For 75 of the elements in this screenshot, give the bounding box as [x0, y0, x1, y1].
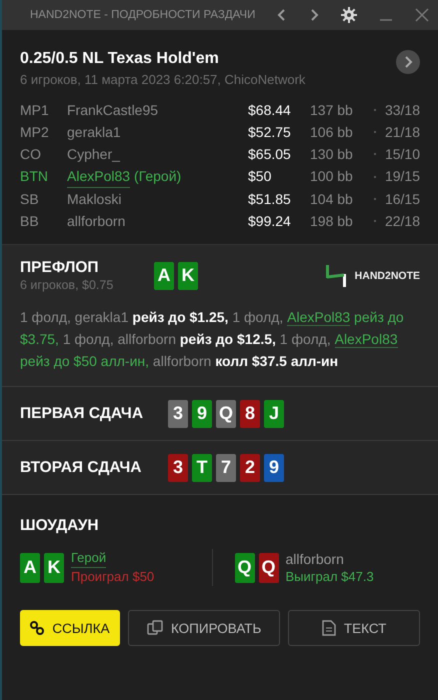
settings-icon[interactable]: [341, 7, 358, 23]
close-icon[interactable]: [415, 8, 430, 22]
link-button[interactable]: ССЫЛКА: [20, 610, 120, 646]
copy-icon: [146, 620, 163, 636]
player-position: SB: [20, 190, 40, 209]
playing-card: 8: [240, 400, 260, 428]
playing-card: 7: [216, 454, 236, 482]
playing-card: 9: [264, 454, 284, 482]
player-name: allforborn: [67, 212, 126, 231]
playing-card: 9: [192, 400, 212, 428]
street-title: ПРЕФЛОП: [20, 259, 100, 277]
playing-card: Q: [216, 400, 236, 428]
hero-link[interactable]: AlexPol83: [287, 309, 350, 326]
player-position: MP2: [20, 123, 50, 142]
player-stats: 15/10: [384, 145, 420, 164]
text-button[interactable]: ТЕКСТ: [288, 610, 420, 646]
player-stats: 19/15: [384, 167, 420, 186]
player-bb: 198 bb: [310, 212, 354, 231]
playing-card: A: [20, 552, 40, 582]
player-position: CO: [20, 145, 42, 164]
board-title: ВТОРАЯ СДАЧА: [20, 458, 142, 476]
playing-card: 3: [168, 400, 188, 428]
hero-link[interactable]: Герой: [71, 549, 106, 568]
result-text: Проиграл $50: [71, 568, 154, 586]
player-bb: 130 bb: [310, 145, 354, 164]
player-stats: 21/18: [384, 123, 420, 142]
link-icon: [30, 621, 44, 635]
playing-card: Q: [234, 552, 254, 582]
playing-card: T: [192, 454, 212, 482]
player-name: allforborn: [286, 550, 344, 568]
logo-icon: [324, 264, 347, 286]
next-icon[interactable]: [396, 50, 420, 74]
street-subtitle: 6 игроков, $0.75: [20, 278, 114, 292]
playing-card: J: [264, 400, 284, 428]
player-bb: 100 bb: [310, 167, 354, 186]
hand-title: 0.25/0.5 NL Texas Hold'em: [20, 50, 220, 68]
result-text: Выиграл $47.3: [286, 568, 374, 586]
playing-card: 2: [240, 454, 260, 482]
playing-card: Q: [258, 552, 278, 582]
player-bb: 104 bb: [310, 190, 354, 209]
hero-link[interactable]: AlexPol83: [334, 331, 398, 348]
player-stack: $50: [248, 167, 272, 186]
copy-button[interactable]: КОПИРОВАТЬ: [128, 610, 280, 646]
player-position: MP1: [20, 101, 50, 120]
playing-card: 3: [168, 454, 188, 482]
player-position: BB: [20, 212, 40, 231]
hand-subtitle: 6 игроков, 11 марта 2023 6:20:57, ChicoNetwork: [20, 72, 306, 87]
player-name: FrankCastle95: [67, 101, 158, 120]
playing-card: A: [154, 262, 174, 290]
player-stats: 33/18: [384, 101, 420, 120]
playing-card: K: [44, 552, 64, 582]
player-name: Makloski: [67, 190, 122, 209]
player-stack: $51.85: [248, 190, 292, 209]
forward-icon[interactable]: [309, 8, 320, 22]
board-title: ПЕРВАЯ СДАЧА: [20, 404, 144, 422]
player-bb: 137 bb: [310, 101, 354, 120]
action-history: 1 фолд, gerakla1 рейз до $1.25, 1 фолд, AlexPol83 рейз до $3.75, 1 фолд, allforborn рейз до $12.5, 1 фолд, AlexPol83 рейз до $50 алл-ин, allforborn колл $37.5 алл-ин: [20, 308, 405, 371]
player-bb: 106 bb: [310, 123, 354, 142]
player-stack: $65.05: [248, 145, 292, 164]
player-stats: 22/18: [384, 212, 420, 231]
player-stats: 16/15: [384, 190, 420, 209]
player-name: Cypher_: [67, 145, 120, 164]
player-position: BTN: [20, 167, 49, 186]
logo-text: HAND2NOTE: [354, 270, 420, 282]
player-stack: $68.44: [248, 101, 292, 120]
showdown-title: ШОУДАУН: [20, 517, 100, 535]
hero-link[interactable]: AlexPol83: [67, 165, 130, 188]
document-icon: [322, 620, 336, 636]
player-stack: $52.75: [248, 123, 292, 142]
player-name: gerakla1: [67, 123, 121, 142]
playing-card: K: [178, 262, 198, 290]
player-stack: $99.24: [248, 212, 292, 231]
window-title: HAND2NOTE - ПОДРОБНОСТИ РАЗДАЧИ: [30, 9, 256, 21]
hero-label: (Герой): [134, 167, 182, 186]
back-icon[interactable]: [277, 8, 288, 22]
